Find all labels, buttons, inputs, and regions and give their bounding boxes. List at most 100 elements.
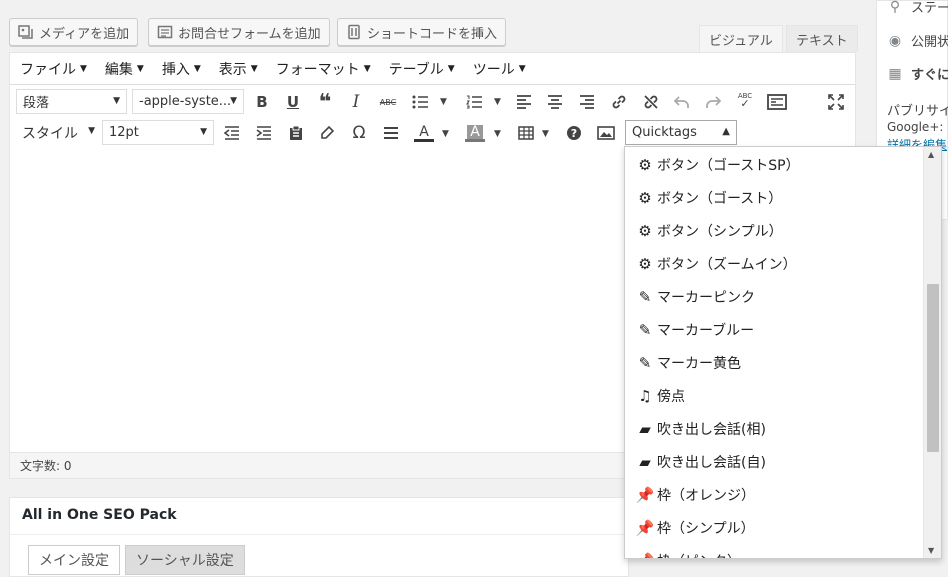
speech-bubble-icon: ▰ [639, 420, 651, 438]
image-icon[interactable] [594, 121, 618, 145]
google-plus-label: Google+: ( [887, 120, 948, 134]
style-select[interactable]: スタイル ▼ [16, 120, 101, 145]
seo-metabox: All in One SEO Pack メイン設定 ソーシャル設定 [9, 497, 629, 577]
special-character-icon[interactable]: Ω [347, 121, 371, 145]
strikethrough-icon[interactable]: ABC [376, 90, 400, 114]
gear-icon: ⚙ [638, 255, 652, 273]
bold-icon[interactable]: B [250, 90, 274, 114]
quicktags-menu-item[interactable]: 📌 枠（シンプル） [636, 513, 755, 543]
numbered-list-icon[interactable] [462, 90, 486, 114]
quicktags-menu-item[interactable]: ✎ マーカーピンク [636, 282, 755, 312]
quicktags-menu-item[interactable]: ♫ 傍点 [636, 381, 685, 411]
quicktags-scrollbar[interactable]: ▲ ▼ [923, 147, 941, 558]
menu-format[interactable]: フォーマット ▼ [267, 53, 380, 85]
scroll-up-icon[interactable]: ▲ [928, 150, 934, 159]
tab-text-label: テキスト [796, 33, 848, 49]
tab-text[interactable]: テキスト [786, 25, 858, 52]
quicktags-menu-item[interactable]: ✎ マーカーブルー [636, 315, 754, 345]
quicktags-menu-item[interactable]: ▰ 吹き出し会話(相) [636, 414, 766, 444]
status-row: ⚲ ステー [887, 0, 948, 16]
chevron-down-icon[interactable]: ▼ [494, 129, 501, 139]
font-family-select[interactable]: -apple-syste... ▼ [132, 89, 244, 114]
link-icon[interactable] [607, 90, 631, 114]
quicktags-menu-item[interactable]: ✎ マーカー黄色 [636, 348, 741, 378]
outdent-icon[interactable] [220, 121, 244, 145]
quicktags-menu-item[interactable]: 📌枠（ピンク） [636, 546, 741, 558]
seo-metabox-title: All in One SEO Pack [22, 507, 177, 523]
chevron-down-icon[interactable]: ▼ [440, 97, 447, 107]
quicktags-menu-item-label: 傍点 [657, 389, 685, 405]
insert-shortcode-label: ショートコードを挿入 [367, 26, 498, 42]
quicktags-menu-item-label: ボタン（シンプル） [657, 224, 783, 240]
quicktags-menu-item-label: マーカーピンク [657, 290, 755, 306]
paste-text-icon[interactable] [284, 121, 308, 145]
tab-visual[interactable]: ビジュアル [699, 25, 783, 52]
table-icon[interactable] [514, 121, 538, 145]
chevron-down-icon[interactable]: ▼ [542, 129, 549, 139]
svg-text:?: ? [571, 127, 577, 140]
chevron-down-icon: ▼ [113, 96, 120, 106]
quicktags-menu-item[interactable]: ⚙ ボタン（シンプル） [636, 216, 783, 246]
menu-edit[interactable]: 編集 ▼ [96, 53, 153, 85]
scrollbar-thumb[interactable] [927, 284, 939, 452]
italic-icon[interactable]: I [344, 90, 368, 114]
quicktags-menu-item[interactable]: ⚙ ボタン（ゴーストSP） [636, 150, 799, 180]
chevron-down-icon: ▼ [230, 96, 237, 106]
blockquote-icon[interactable]: ❝ [313, 90, 337, 115]
quicktags-menu-item[interactable]: 📌 枠（オレンジ） [636, 480, 755, 510]
quicktags-menu: ⚙ ボタン（ゴーストSP） ⚙ ボタン（ゴースト） ⚙ ボタン（シンプル） ⚙ ボタン（ズーム… [624, 146, 942, 559]
quicktags-menu-item[interactable]: ⚙ ボタン（ゴースト） [636, 183, 782, 213]
quicktags-select[interactable]: Quicktags ▲ [625, 120, 737, 145]
toolbar-toggle-icon[interactable] [765, 90, 789, 114]
quicktags-menu-item-label: 吹き出し会話(自) [657, 455, 766, 471]
indent-icon[interactable] [252, 121, 276, 145]
chevron-up-icon: ▲ [722, 126, 730, 137]
menu-tools[interactable]: ツール ▼ [464, 53, 535, 85]
eraser-icon[interactable] [315, 121, 339, 145]
divider [10, 534, 628, 535]
align-center-icon[interactable] [543, 90, 567, 114]
redo-icon[interactable] [701, 90, 725, 114]
scroll-down-icon[interactable]: ▼ [928, 546, 934, 555]
menu-table[interactable]: テーブル ▼ [380, 53, 464, 85]
bullet-list-icon[interactable] [408, 90, 432, 114]
visibility-row: ◉ 公開状 [887, 31, 948, 51]
chevron-down-icon[interactable]: ▼ [494, 97, 501, 107]
format-select[interactable]: 段落 ▼ [16, 89, 127, 114]
horizontal-line-icon[interactable] [379, 121, 403, 145]
gear-icon: ⚙ [638, 189, 652, 207]
quicktags-menu-item[interactable]: ▰ 吹き出し会話(自) [636, 447, 766, 477]
add-contact-form-button[interactable]: お問合せフォームを追加 [148, 18, 330, 46]
insert-shortcode-button[interactable]: ショートコードを挿入 [337, 18, 507, 46]
quicktags-menu-item-label: マーカーブルー [657, 323, 755, 339]
chevron-down-icon: ▼ [250, 63, 258, 74]
align-left-icon[interactable] [512, 90, 536, 114]
menu-insert[interactable]: 挿入 ▼ [153, 53, 210, 85]
font-size-select[interactable]: 12pt ▼ [102, 120, 214, 145]
align-right-icon[interactable] [575, 90, 599, 114]
add-contact-form-label: お問合せフォームを追加 [178, 26, 321, 42]
help-icon[interactable]: ? [562, 121, 586, 145]
menu-view[interactable]: 表示 ▼ [210, 53, 267, 85]
quicktags-menu-item[interactable]: ⚙ ボタン（ズームイン） [636, 249, 796, 279]
fullscreen-icon[interactable] [824, 90, 848, 114]
text-color-icon[interactable]: A [412, 121, 436, 145]
menu-view-label: 表示 [218, 61, 247, 78]
tab-main-settings[interactable]: メイン設定 [28, 545, 120, 575]
underline-icon[interactable]: U [281, 90, 305, 114]
pin-icon: 📌 [635, 486, 655, 504]
spellcheck-icon[interactable]: ABC ✓ [733, 88, 757, 112]
unlink-icon[interactable] [639, 90, 663, 114]
add-media-button[interactable]: メディアを追加 [9, 18, 139, 46]
quicktags-menu-item-label: 枠（シンプル） [657, 521, 755, 537]
tab-visual-label: ビジュアル [709, 33, 773, 49]
menu-table-label: テーブル [388, 61, 444, 78]
chevron-down-icon: ▼ [363, 63, 371, 74]
chevron-down-icon[interactable]: ▼ [442, 129, 449, 139]
menu-file[interactable]: ファイル ▼ [11, 53, 96, 85]
font-size-select-value: 12pt [109, 125, 139, 140]
background-color-icon[interactable]: A [463, 121, 487, 145]
undo-icon[interactable] [670, 90, 694, 114]
tab-social-settings[interactable]: ソーシャル設定 [125, 545, 245, 575]
eye-icon: ◉ [888, 32, 902, 49]
